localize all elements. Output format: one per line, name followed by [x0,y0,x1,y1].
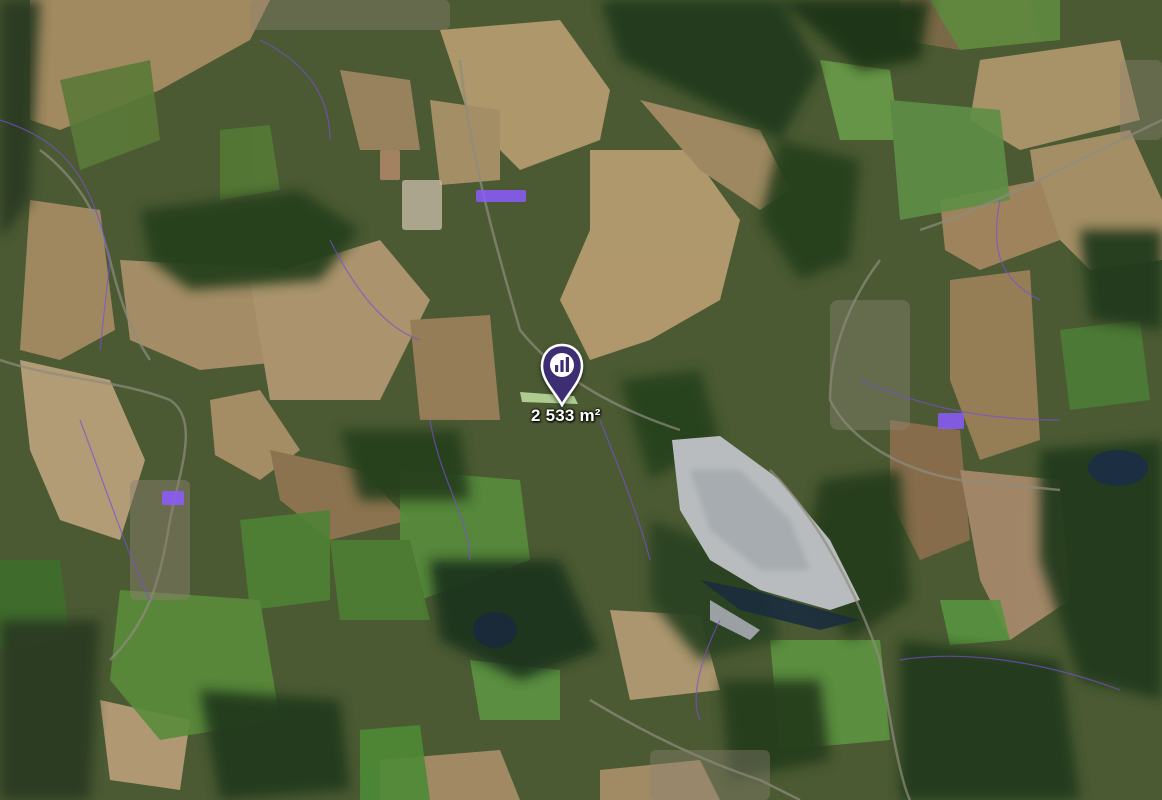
parcel-area-label: 2 533 m² [531,406,601,425]
satellite-map[interactable]: 2 533 m² [0,0,1162,800]
parcel-location-marker[interactable] [538,343,586,408]
